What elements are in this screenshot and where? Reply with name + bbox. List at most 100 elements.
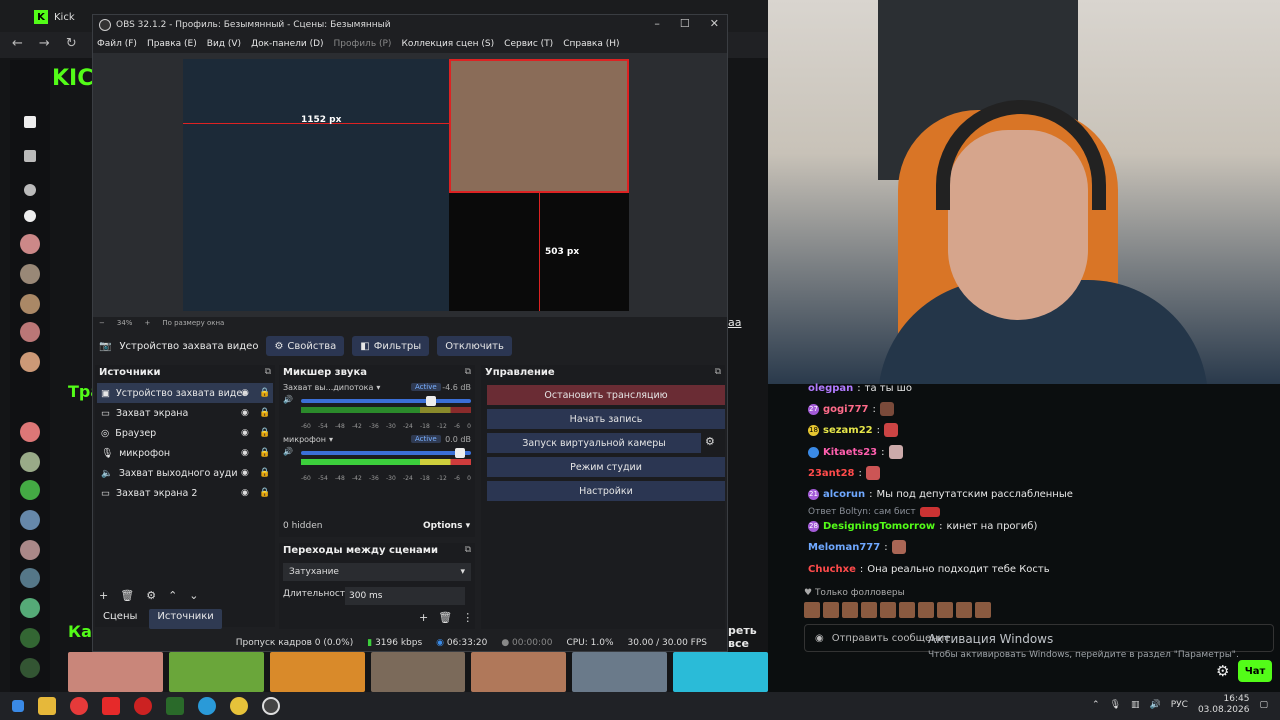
filters-button[interactable]: ◧ Фильтры: [352, 336, 430, 356]
stop-streaming-button[interactable]: Остановить трансляцию: [487, 385, 725, 405]
menu-scene-collection[interactable]: Коллекция сцен (S): [401, 39, 494, 49]
emote-icon[interactable]: [804, 602, 820, 618]
yandex-browser-icon[interactable]: [70, 697, 88, 715]
chat-username[interactable]: olegpan: [808, 383, 853, 394]
category-thumbnail[interactable]: [68, 652, 163, 692]
category-thumbnail[interactable]: [471, 652, 567, 692]
emote-icon[interactable]: [975, 602, 991, 618]
chevron-down-icon[interactable]: ▾: [376, 383, 380, 392]
emote-icon[interactable]: [899, 602, 915, 618]
virtual-camera-gear-icon[interactable]: ⚙: [705, 435, 723, 448]
edge-icon[interactable]: [198, 697, 216, 715]
popout-icon[interactable]: ⧉: [715, 367, 721, 377]
chat-username[interactable]: Kitaets23: [823, 447, 877, 458]
emote-icon[interactable]: [937, 602, 953, 618]
forward-arrow-icon[interactable]: →: [39, 36, 50, 51]
menu-tools[interactable]: Сервис (T): [504, 39, 553, 49]
chevron-down-icon[interactable]: ▾: [329, 435, 333, 444]
transition-select[interactable]: Затухание ▾: [283, 563, 471, 581]
chat-username[interactable]: gogi777: [823, 404, 869, 415]
eye-icon[interactable]: ◉: [241, 388, 249, 398]
chat-username[interactable]: 23ant28: [808, 468, 854, 479]
chrome-icon[interactable]: [230, 697, 248, 715]
source-item[interactable]: ▭ Захват экрана 2 ◉ 🔒: [97, 483, 273, 503]
popout-icon[interactable]: ⧉: [465, 367, 471, 377]
category-thumbnail[interactable]: [168, 652, 264, 692]
chat-username[interactable]: alcorun: [823, 489, 865, 500]
emote-icon[interactable]: [842, 602, 858, 618]
tray-expand-icon[interactable]: ⌃: [1092, 700, 1100, 710]
chat-username[interactable]: Meloman777: [808, 542, 880, 553]
channel-avatar[interactable]: [20, 658, 40, 678]
zoom-out-icon[interactable]: −: [99, 319, 105, 327]
category-thumbnail[interactable]: [269, 652, 365, 692]
eye-icon[interactable]: ◉: [241, 448, 249, 458]
category-thumbnail[interactable]: [673, 652, 769, 692]
trash-icon[interactable]: 🗑: [120, 589, 134, 602]
volume-icon[interactable]: 🔊: [283, 395, 293, 404]
channel-avatar[interactable]: [20, 598, 40, 618]
start-icon[interactable]: [12, 700, 24, 712]
start-virtual-camera-button[interactable]: Запуск виртуальной камеры: [487, 433, 701, 453]
opera-icon[interactable]: [134, 697, 152, 715]
chat-username[interactable]: Chuchxe: [808, 564, 856, 575]
volume-icon[interactable]: 🔊: [283, 447, 293, 456]
reload-icon[interactable]: ↻: [66, 36, 77, 51]
notification-icon[interactable]: ▢: [1259, 700, 1268, 710]
lock-icon[interactable]: 🔒: [259, 428, 270, 438]
channel-avatar[interactable]: [20, 480, 40, 500]
zoom-fit-select[interactable]: По размеру окна: [162, 319, 224, 327]
language-indicator[interactable]: РУС: [1171, 700, 1188, 710]
preview-video-capture[interactable]: [449, 59, 629, 193]
lock-icon[interactable]: 🔒: [259, 468, 270, 478]
following-icon[interactable]: [24, 210, 36, 222]
emote-icon[interactable]: [918, 602, 934, 618]
maximize-icon[interactable]: ☐: [680, 17, 690, 30]
source-item[interactable]: ◎ Браузер ◉ 🔒: [97, 423, 273, 443]
volume-slider-handle[interactable]: [426, 396, 436, 406]
popout-icon[interactable]: ⧉: [465, 545, 471, 555]
obs-taskbar-icon[interactable]: [262, 697, 280, 715]
see-all-link[interactable]: реть все: [728, 624, 768, 650]
back-arrow-icon[interactable]: ←: [12, 36, 23, 51]
file-explorer-icon[interactable]: [38, 697, 56, 715]
menu-docks[interactable]: Док-панели (D): [251, 39, 323, 49]
move-down-icon[interactable]: ⌄: [189, 589, 198, 602]
menu-file[interactable]: Файл (F): [97, 39, 137, 49]
menu-edit[interactable]: Правка (E): [147, 39, 197, 49]
channel-avatar[interactable]: [20, 294, 40, 314]
volume-slider-handle[interactable]: [455, 448, 465, 458]
studio-mode-button[interactable]: Режим студии: [487, 457, 725, 477]
close-icon[interactable]: ✕: [710, 17, 719, 30]
channel-avatar[interactable]: [20, 234, 40, 254]
channel-avatar[interactable]: [20, 264, 40, 284]
channel-avatar[interactable]: [20, 422, 40, 442]
tab-scenes[interactable]: Сцены: [95, 609, 145, 629]
menu-profile[interactable]: Профиль (P): [334, 39, 392, 49]
trash-icon[interactable]: 🗑: [438, 611, 452, 624]
browse-icon[interactable]: [24, 150, 36, 162]
channel-avatar[interactable]: [20, 628, 40, 648]
channel-avatar[interactable]: [20, 540, 40, 560]
network-icon[interactable]: ▥: [1131, 700, 1140, 710]
emote-icon[interactable]: [823, 602, 839, 618]
add-source-icon[interactable]: +: [99, 589, 108, 602]
volume-tray-icon[interactable]: 🔊: [1150, 700, 1161, 710]
popout-icon[interactable]: ⧉: [265, 367, 271, 377]
gear-icon[interactable]: ⚙: [146, 589, 156, 602]
volume-slider[interactable]: [301, 448, 471, 458]
kick-link[interactable]: аа: [728, 316, 741, 329]
move-up-icon[interactable]: ⌃: [168, 589, 177, 602]
duration-input[interactable]: 300 ms: [345, 587, 465, 605]
browser-tab-kick[interactable]: K Kick: [34, 6, 94, 28]
eye-icon[interactable]: ◉: [241, 428, 249, 438]
terminal-icon[interactable]: [166, 697, 184, 715]
menu-help[interactable]: Справка (H): [563, 39, 619, 49]
emote-icon[interactable]: [956, 602, 972, 618]
properties-button[interactable]: ⚙ Свойства: [266, 336, 345, 356]
emote-icon[interactable]: [880, 602, 896, 618]
channel-avatar[interactable]: [20, 322, 40, 342]
mixer-options-button[interactable]: Options ▾: [423, 521, 470, 531]
chat-username[interactable]: DesigningTomorrow: [823, 521, 935, 532]
tab-sources[interactable]: Источники: [149, 609, 222, 629]
